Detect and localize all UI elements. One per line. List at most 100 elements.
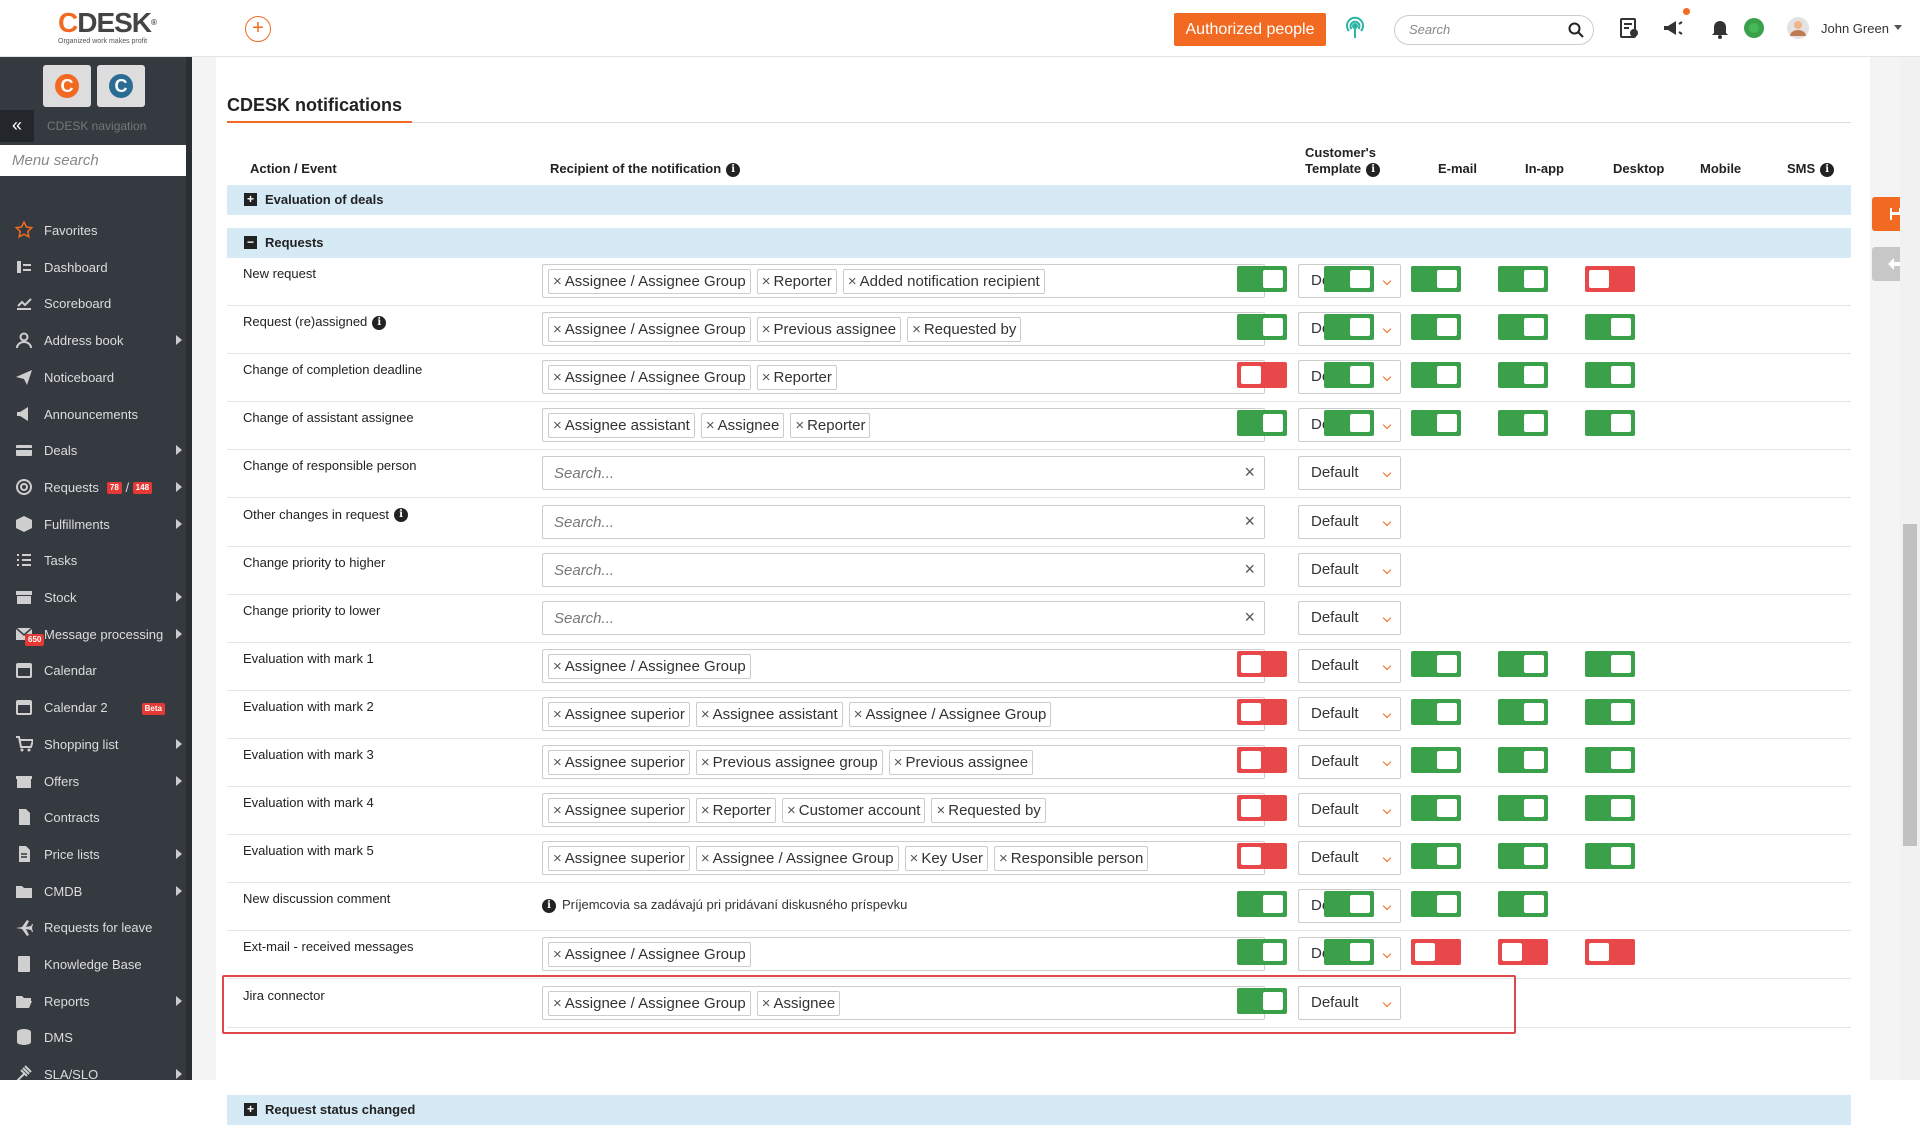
sidebar-item-sla-slo[interactable]: SLA/SLO xyxy=(0,1056,188,1080)
recipient-tag[interactable]: × Reporter xyxy=(695,798,776,824)
sidebar-item-shopping-list[interactable]: Shopping list xyxy=(0,726,188,762)
toggle-sms[interactable] xyxy=(1585,362,1635,389)
recipient-select[interactable]: × Assignee / Assignee Group × Previous assi… xyxy=(542,312,1265,347)
recipient-tag[interactable]: × Assignee superior xyxy=(548,750,690,775)
sidebar-item-fulfillments[interactable]: Fulfillments xyxy=(0,506,188,542)
toggle-inapp[interactable] xyxy=(1324,362,1374,389)
remove-tag-icon[interactable]: × xyxy=(701,802,710,819)
recipient-select[interactable]: Search... × xyxy=(542,600,1265,635)
toggle-sms[interactable] xyxy=(1585,314,1635,341)
toggle-sms[interactable] xyxy=(1585,410,1635,437)
remove-tag-icon[interactable]: × xyxy=(553,850,562,867)
sidebar-item-calendar[interactable]: Calendar xyxy=(0,652,188,688)
toggle-email[interactable] xyxy=(1237,939,1287,966)
toggle-desktop[interactable] xyxy=(1411,891,1461,918)
toggle-mobile[interactable] xyxy=(1498,266,1548,292)
bell-icon[interactable] xyxy=(1708,16,1732,40)
remove-tag-icon[interactable]: × xyxy=(787,802,796,819)
recipient-tag[interactable]: × Assignee / Assignee Group xyxy=(848,701,1052,727)
template-select[interactable]: Default xyxy=(1298,600,1401,635)
report-icon[interactable] xyxy=(1617,16,1641,40)
recipient-select[interactable]: × Assignee superior × Assignee / Assignee G… xyxy=(542,841,1265,876)
toggle-mobile[interactable] xyxy=(1498,650,1548,677)
recipient-tag[interactable]: × Reporter xyxy=(790,413,871,439)
recipient-select[interactable]: ×Assignee / Assignee Group×Assignee× xyxy=(542,985,1265,1020)
recipient-tag[interactable]: × Assignee / Assignee Group xyxy=(548,990,751,1016)
toggle-email[interactable] xyxy=(1237,747,1287,773)
recipient-select[interactable]: × Assignee superior × Assignee assistant × As… xyxy=(542,696,1265,731)
recipient-tag[interactable]: × Reporter xyxy=(756,269,837,294)
template-select[interactable]: Default xyxy=(1298,841,1401,876)
collapse-nav-button[interactable]: « xyxy=(0,110,34,142)
user-name[interactable]: John Green xyxy=(1821,21,1889,36)
group-request-status-changed[interactable]: + Request status changed xyxy=(227,1095,1851,1125)
toggle-desktop[interactable] xyxy=(1411,795,1461,822)
scrollbar-thumb[interactable] xyxy=(1903,524,1917,846)
sidebar-item-announcements[interactable]: Announcements xyxy=(0,396,188,432)
status-gear-icon[interactable] xyxy=(1742,16,1766,40)
remove-tag-icon[interactable]: × xyxy=(854,706,863,723)
toggle-desktop[interactable] xyxy=(1411,939,1461,966)
chevron-right-icon[interactable] xyxy=(176,738,182,749)
recipient-tag[interactable]: × Reporter xyxy=(756,365,837,391)
toggle-sms[interactable] xyxy=(1585,843,1635,870)
toggle-inapp[interactable] xyxy=(1324,410,1374,437)
toggle-mobile[interactable] xyxy=(1498,795,1548,822)
remove-tag-icon[interactable]: × xyxy=(553,754,562,771)
remove-tag-icon[interactable]: × xyxy=(762,273,771,290)
chevron-right-icon[interactable] xyxy=(176,481,182,492)
remove-tag-icon[interactable]: × xyxy=(553,658,562,675)
sidebar-item-dashboard[interactable]: Dashboard xyxy=(0,249,188,285)
remove-tag-icon[interactable]: × xyxy=(912,321,921,338)
recipient-tag[interactable]: × Added notification recipient xyxy=(842,269,1045,294)
recipient-tag[interactable]: × Customer account xyxy=(781,798,926,824)
info-icon[interactable]: i xyxy=(1820,162,1835,177)
info-icon[interactable]: i xyxy=(726,162,741,177)
toggle-mobile[interactable] xyxy=(1498,314,1548,341)
remove-tag-icon[interactable]: × xyxy=(553,802,562,819)
recipient-select[interactable]: Search... × xyxy=(542,552,1265,587)
toggle-desktop[interactable] xyxy=(1411,314,1461,341)
remove-tag-icon[interactable]: × xyxy=(701,850,710,867)
recipient-tag[interactable]: × Assignee superior xyxy=(548,798,690,824)
recipient-select[interactable]: ×Assignee / Assignee Group× xyxy=(542,648,1265,683)
toggle-email[interactable] xyxy=(1237,891,1287,918)
sidebar-item-deals[interactable]: Deals xyxy=(0,432,188,468)
info-icon[interactable]: i xyxy=(1366,162,1381,177)
chevron-right-icon[interactable] xyxy=(176,1069,182,1080)
remove-tag-icon[interactable]: × xyxy=(553,369,562,386)
toggle-email[interactable] xyxy=(1237,314,1287,341)
app-cdesk-blue[interactable]: C xyxy=(97,65,145,107)
remove-tag-icon[interactable]: × xyxy=(553,706,562,723)
podcast-icon[interactable] xyxy=(1343,16,1367,40)
toggle-desktop[interactable] xyxy=(1411,410,1461,437)
template-select[interactable]: Default xyxy=(1298,696,1401,731)
remove-tag-icon[interactable]: × xyxy=(999,850,1008,867)
chevron-right-icon[interactable] xyxy=(176,592,182,602)
recipient-tag[interactable]: × Assignee assistant xyxy=(548,413,695,439)
menu-search-input[interactable]: Menu search xyxy=(0,145,188,176)
avatar-icon[interactable] xyxy=(1786,16,1810,40)
user-menu-caret-icon[interactable] xyxy=(1894,25,1902,30)
sidebar-item-tasks[interactable]: Tasks xyxy=(0,542,188,578)
clear-icon[interactable]: × xyxy=(1244,462,1255,483)
recipient-tag[interactable]: × Previous assignee xyxy=(888,750,1034,775)
remove-tag-icon[interactable]: × xyxy=(762,369,771,386)
recipient-tag[interactable]: × Assignee superior xyxy=(548,846,690,872)
sidebar-item-address-book[interactable]: Address book xyxy=(0,322,188,358)
recipient-tag[interactable]: × Assignee / Assignee Group xyxy=(548,653,751,679)
sidebar-item-calendar-2[interactable]: Calendar 2 Beta xyxy=(0,689,188,725)
remove-tag-icon[interactable]: × xyxy=(701,754,710,771)
sidebar-item-noticeboard[interactable]: Noticeboard xyxy=(0,359,188,395)
chevron-right-icon[interactable] xyxy=(176,518,182,529)
template-select[interactable]: Default xyxy=(1298,504,1401,539)
template-select[interactable]: Default xyxy=(1298,552,1401,587)
sidebar-item-requests[interactable]: Requests 78 / 148 xyxy=(0,469,188,505)
group-evaluation-of-deals[interactable]: + Evaluation of deals xyxy=(227,185,1851,215)
chevron-right-icon[interactable] xyxy=(176,885,182,896)
toggle-email[interactable] xyxy=(1237,410,1287,437)
recipient-select[interactable]: Search... × xyxy=(542,504,1265,539)
cdesk-logo[interactable]: CDESK® Organized work makes profit xyxy=(58,9,168,49)
remove-tag-icon[interactable]: × xyxy=(936,802,945,819)
info-icon[interactable]: i xyxy=(372,315,387,330)
